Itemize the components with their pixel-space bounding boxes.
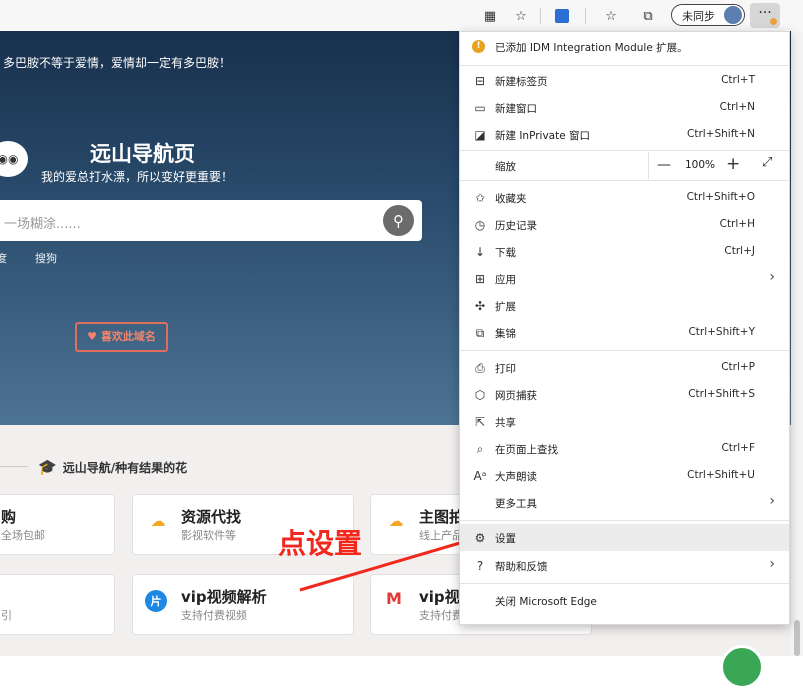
- zoom-out-button[interactable]: —: [657, 157, 671, 173]
- menu-zoom: 缩放 — 100% + ⤢: [460, 152, 789, 179]
- menu-separator: [460, 350, 789, 351]
- inprivate-icon: ◪: [474, 128, 486, 142]
- info-icon: !: [472, 40, 485, 53]
- collections-menu-icon: ⧉: [475, 326, 485, 340]
- settings-and-more-menu: ! 已添加 IDM Integration Module 扩展。 ⊟ 新建标签页…: [459, 31, 790, 625]
- chevron-right-icon: ›: [769, 493, 775, 509]
- fullscreen-icon[interactable]: ⤢: [762, 155, 772, 170]
- menu-new-window[interactable]: ▭ 新建窗口 Ctrl+N: [460, 94, 789, 121]
- web-capture-icon: ⬡: [474, 388, 486, 402]
- zoom-in-button[interactable]: +: [726, 154, 740, 174]
- help-icon: ?: [476, 559, 484, 573]
- find-icon: ⌕: [476, 442, 484, 456]
- gear-icon: ⚙: [474, 531, 486, 545]
- menu-separator: [460, 65, 789, 66]
- new-tab-icon: ⊟: [474, 74, 486, 88]
- download-icon: ↓: [474, 245, 486, 259]
- page-scrollbar[interactable]: [791, 31, 803, 656]
- menu-history[interactable]: ◷ 历史记录 Ctrl+H: [460, 211, 789, 238]
- menu-close-edge[interactable]: 关闭 Microsoft Edge: [460, 587, 789, 614]
- menu-favorites[interactable]: ✩ 收藏夹 Ctrl+Shift+O: [460, 184, 789, 211]
- floating-action-button[interactable]: [720, 645, 764, 689]
- menu-separator: [460, 583, 789, 584]
- printer-icon: ⎙: [475, 361, 485, 375]
- menu-new-inprivate-window[interactable]: ◪ 新建 InPrivate 窗口 Ctrl+Shift+N: [460, 121, 789, 148]
- menu-extensions[interactable]: ✣ 扩展: [460, 292, 789, 319]
- menu-collections[interactable]: ⧉ 集锦 Ctrl+Shift+Y: [460, 319, 789, 346]
- chevron-right-icon: ›: [769, 269, 775, 285]
- menu-apps[interactable]: ⊞ 应用 ›: [460, 265, 789, 292]
- menu-print[interactable]: ⎙ 打印 Ctrl+P: [460, 354, 789, 381]
- extension-notice[interactable]: ! 已添加 IDM Integration Module 扩展。: [460, 33, 789, 60]
- menu-separator: [460, 520, 789, 521]
- menu-more-tools[interactable]: 更多工具 ›: [460, 489, 789, 516]
- zoom-divider: [648, 152, 649, 179]
- menu-web-capture[interactable]: ⬡ 网页捕获 Ctrl+Shift+S: [460, 381, 789, 408]
- menu-help-and-feedback[interactable]: ? 帮助和反馈 ›: [460, 552, 789, 579]
- menu-downloads[interactable]: ↓ 下载 Ctrl+J: [460, 238, 789, 265]
- favorites-star-icon: ✩: [474, 191, 486, 205]
- menu-new-tab[interactable]: ⊟ 新建标签页 Ctrl+T: [460, 67, 789, 94]
- menu-settings[interactable]: ⚙ 设置: [460, 524, 789, 551]
- apps-icon: ⊞: [474, 272, 486, 286]
- zoom-level: 100%: [685, 159, 716, 171]
- menu-read-aloud[interactable]: Aᵃ 大声朗读 Ctrl+Shift+U: [460, 462, 789, 489]
- menu-separator: [460, 150, 789, 151]
- share-icon: ⇱: [474, 415, 486, 429]
- scrollbar-thumb[interactable]: [794, 620, 800, 656]
- history-icon: ◷: [474, 218, 486, 232]
- menu-separator: [460, 180, 789, 181]
- puzzle-icon: ✣: [474, 299, 486, 313]
- chevron-right-icon: ›: [769, 556, 775, 572]
- new-window-icon: ▭: [474, 101, 486, 115]
- read-aloud-icon: Aᵃ: [473, 469, 487, 483]
- menu-share[interactable]: ⇱ 共享: [460, 408, 789, 435]
- menu-find-on-page[interactable]: ⌕ 在页面上查找 Ctrl+F: [460, 435, 789, 462]
